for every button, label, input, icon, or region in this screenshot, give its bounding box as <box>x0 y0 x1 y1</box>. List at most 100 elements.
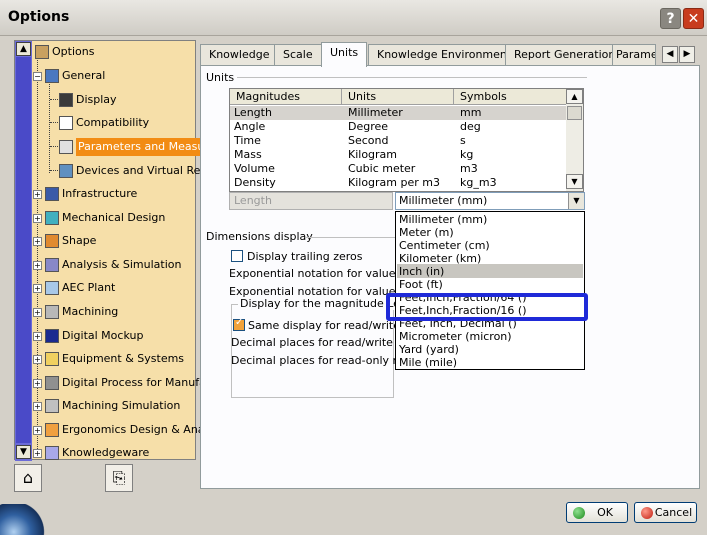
cell-symbol: kg_m3 <box>460 176 497 189</box>
column-units[interactable]: Units <box>342 89 454 105</box>
unit-dropdown-list[interactable]: Millimeter (mm) Meter (m) Centimeter (cm… <box>395 211 585 370</box>
cell-symbol: m3 <box>460 162 478 175</box>
dropdown-option[interactable]: Meter (m) <box>399 226 454 239</box>
table-row[interactable]: Mass Kilogram kg <box>230 148 567 162</box>
tree-item-ergonomics[interactable]: Ergonomics Design & Analys <box>45 421 220 439</box>
expand-toggle[interactable]: + <box>33 379 42 388</box>
tree-scrollbar[interactable]: ▲ ▼ <box>15 41 32 461</box>
tree-item-digital-mockup[interactable]: Digital Mockup <box>45 327 143 345</box>
home-options-icon[interactable]: ⌂ <box>14 464 42 492</box>
tab-scroll-left-button[interactable]: ◀ <box>662 46 678 63</box>
compatibility-icon <box>59 116 73 130</box>
reset-parameters-icon[interactable]: ⎘ <box>105 464 133 492</box>
tree-item-analysis-simulation[interactable]: Analysis & Simulation <box>45 256 182 274</box>
title-bar: Options ? ✕ <box>0 0 707 36</box>
table-row[interactable]: Time Second s <box>230 134 567 148</box>
tab-knowledge[interactable]: Knowledge <box>200 44 279 66</box>
tree-item-parameters-and-measure[interactable]: Parameters and Measure <box>59 138 218 156</box>
tree-connector <box>50 170 58 171</box>
tree-item-compatibility[interactable]: Compatibility <box>59 114 149 132</box>
tree-item-equipment-systems[interactable]: Equipment & Systems <box>45 350 184 368</box>
cancel-button[interactable]: Cancel <box>634 502 697 523</box>
ok-label: OK <box>597 506 613 519</box>
cell-symbol: mm <box>460 106 482 119</box>
tree-item-options[interactable]: Options <box>35 43 94 61</box>
tree-connector <box>50 122 58 123</box>
tree-scroll-up-button[interactable]: ▲ <box>16 42 31 56</box>
parameters-icon <box>59 140 73 154</box>
expand-toggle[interactable]: + <box>33 308 42 317</box>
table-scroll-thumb[interactable] <box>567 106 582 120</box>
options-tree: ▲ ▼ Options − General Display Compatibil… <box>14 40 220 462</box>
table-row[interactable]: Length Millimeter mm <box>230 106 567 120</box>
expand-toggle[interactable]: + <box>33 214 42 223</box>
globe-logo-icon <box>0 504 46 535</box>
dropdown-option[interactable]: Centimeter (cm) <box>399 239 490 252</box>
tab-units[interactable]: Units <box>321 42 368 67</box>
tab-scroll-right-button[interactable]: ▶ <box>679 46 695 63</box>
dropdown-option-inch[interactable]: Inch (in) <box>399 265 444 278</box>
tab-knowledge-environment[interactable]: Knowledge Environment <box>368 44 521 66</box>
dropdown-option[interactable]: Mile (mile) <box>399 356 457 369</box>
expand-toggle[interactable]: + <box>33 449 42 458</box>
expand-toggle[interactable]: − <box>33 72 42 81</box>
cell-magnitude: Length <box>234 106 272 119</box>
expand-toggle[interactable]: + <box>33 237 42 246</box>
table-scroll-up-button[interactable]: ▲ <box>566 89 583 104</box>
machining-icon <box>45 305 59 319</box>
expand-toggle[interactable]: + <box>33 355 42 364</box>
expand-toggle[interactable]: + <box>33 284 42 293</box>
table-row[interactable]: Density Kilogram per m3 kg_m3 <box>230 176 567 190</box>
expand-toggle[interactable]: + <box>33 261 42 270</box>
table-scroll-down-button[interactable]: ▼ <box>566 174 583 189</box>
same-display-checkbox[interactable] <box>233 317 245 331</box>
tree-item-infrastructure[interactable]: Infrastructure <box>45 185 137 203</box>
tree-connector <box>50 99 58 100</box>
tree-scroll-thumb[interactable] <box>16 57 31 443</box>
tree-item-devices[interactable]: Devices and Virtual Realit <box>59 162 218 180</box>
units-table[interactable]: Magnitudes Units Symbols Length Millimet… <box>229 88 584 192</box>
dropdown-option[interactable]: Micrometer (micron) <box>399 330 512 343</box>
tab-parameters[interactable]: Parame <box>612 44 656 66</box>
close-button[interactable]: ✕ <box>683 8 704 29</box>
trailing-zeros-checkbox[interactable] <box>231 250 243 262</box>
cell-unit: Kilogram <box>348 148 398 161</box>
expand-toggle[interactable]: + <box>33 426 42 435</box>
dimensions-display-label: Dimensions display <box>206 230 313 243</box>
tree-item-general[interactable]: General <box>45 67 105 85</box>
expand-toggle[interactable]: + <box>33 332 42 341</box>
expand-toggle[interactable]: + <box>33 190 42 199</box>
table-row[interactable]: Angle Degree deg <box>230 120 567 134</box>
dropdown-option[interactable]: Yard (yard) <box>399 343 459 356</box>
tree-item-digital-process[interactable]: Digital Process for Manufact <box>45 374 216 392</box>
equipment-icon <box>45 352 59 366</box>
units-tab-panel: Units Magnitudes Units Symbols Length Mi… <box>200 65 700 489</box>
dropdown-option[interactable]: Millimeter (mm) <box>399 213 487 226</box>
expand-toggle[interactable]: + <box>33 402 42 411</box>
tree-item-display[interactable]: Display <box>59 91 117 109</box>
column-magnitudes[interactable]: Magnitudes <box>230 89 342 105</box>
help-button[interactable]: ? <box>660 8 681 29</box>
unit-combo[interactable]: Millimeter (mm) ▼ <box>395 192 585 210</box>
tree-item-knowledgeware[interactable]: Knowledgeware <box>45 444 149 462</box>
window-title: Options <box>8 9 70 25</box>
ok-button[interactable]: OK <box>566 502 628 523</box>
tree-item-mechanical-design[interactable]: Mechanical Design <box>45 209 165 227</box>
dropdown-option[interactable]: Foot (ft) <box>399 278 443 291</box>
column-symbols[interactable]: Symbols <box>454 89 567 105</box>
table-row[interactable]: Volume Cubic meter m3 <box>230 162 567 176</box>
tab-report-generation[interactable]: Report Generation <box>505 44 625 66</box>
tree-item-shape[interactable]: Shape <box>45 232 96 250</box>
analysis-icon <box>45 258 59 272</box>
tree-item-aec-plant[interactable]: AEC Plant <box>45 279 115 297</box>
tree-scroll-down-button[interactable]: ▼ <box>16 445 31 459</box>
machining-simulation-icon <box>45 399 59 413</box>
cell-magnitude: Time <box>234 134 261 147</box>
units-table-scrollbar[interactable]: ▲ ▼ <box>566 89 583 191</box>
tree-item-machining[interactable]: Machining <box>45 303 118 321</box>
tab-scale[interactable]: Scale <box>274 44 322 66</box>
dropdown-option[interactable]: Kilometer (km) <box>399 252 481 265</box>
chevron-down-icon[interactable]: ▼ <box>568 193 584 209</box>
tree-item-machining-simulation[interactable]: Machining Simulation <box>45 397 180 415</box>
units-table-header: Magnitudes Units Symbols <box>230 89 567 105</box>
